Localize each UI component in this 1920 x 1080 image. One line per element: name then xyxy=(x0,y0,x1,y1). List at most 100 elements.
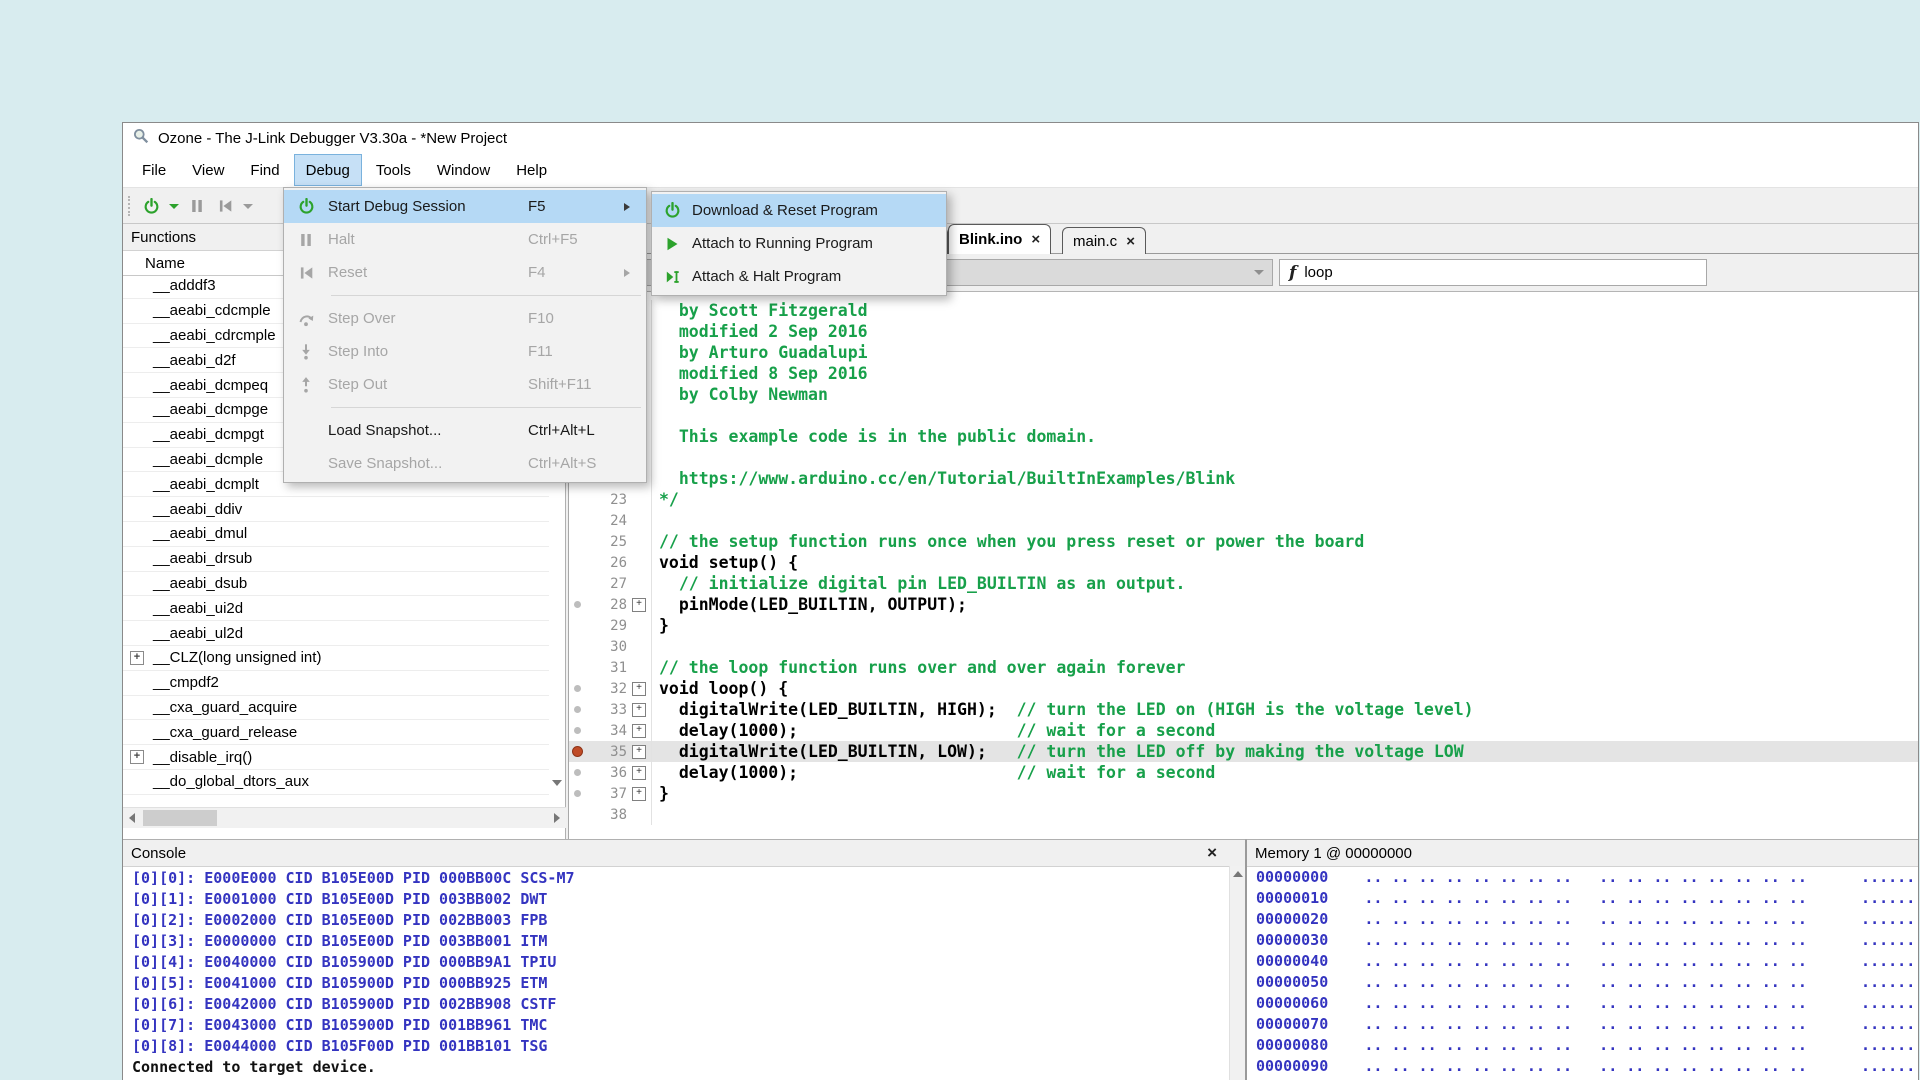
function-list-item[interactable]: __aeabi_dmul xyxy=(123,522,549,547)
code-line-18[interactable]: 18 by Colby Newman xyxy=(569,384,1918,405)
menu-debug[interactable]: Debug xyxy=(294,154,362,186)
code-line-25[interactable]: 25// the setup function runs once when y… xyxy=(569,531,1918,552)
code-line-35[interactable]: 35+ digitalWrite(LED_BUILTIN, LOW); // t… xyxy=(569,741,1918,762)
menu-view[interactable]: View xyxy=(180,154,236,186)
function-list-item[interactable]: __aeabi_ui2d xyxy=(123,596,549,621)
function-list-item[interactable]: __aeabi_dsub xyxy=(123,572,549,597)
close-icon[interactable]: × xyxy=(1207,843,1217,863)
fold-expander[interactable]: + xyxy=(632,741,652,762)
menu-item-load-snapshot[interactable]: Load Snapshot...Ctrl+Alt+L xyxy=(284,414,646,447)
menu-item-save-snapshot[interactable]: Save Snapshot...Ctrl+Alt+S xyxy=(284,447,646,480)
expand-plus-icon[interactable]: + xyxy=(632,787,646,801)
start-debug-button[interactable] xyxy=(137,192,165,220)
code-line-17[interactable]: 17 modified 8 Sep 2016 xyxy=(569,363,1918,384)
functions-horizontal-scrollbar[interactable] xyxy=(123,807,566,828)
menu-find[interactable]: Find xyxy=(238,154,291,186)
menu-item-halt[interactable]: HaltCtrl+F5 xyxy=(284,223,646,256)
menu-help[interactable]: Help xyxy=(504,154,559,186)
console-vertical-scrollbar[interactable] xyxy=(1229,866,1245,1080)
menu-item-step-over[interactable]: Step OverF10 xyxy=(284,302,646,335)
line-number[interactable]: 32 xyxy=(585,681,632,697)
menu-tools[interactable]: Tools xyxy=(364,154,423,186)
reset-dropdown chevron-down-icon[interactable] xyxy=(243,204,253,209)
line-number[interactable]: 36 xyxy=(585,765,632,781)
code-line-23[interactable]: 23*/ xyxy=(569,489,1918,510)
breakpoint-slot-icon[interactable] xyxy=(569,685,585,692)
line-number[interactable]: 24 xyxy=(585,513,632,529)
menu-item-step-out[interactable]: Step OutShift+F11 xyxy=(284,368,646,401)
code-line-29[interactable]: 29} xyxy=(569,615,1918,636)
line-number[interactable]: 27 xyxy=(585,576,632,592)
expand-plus-icon[interactable]: + xyxy=(632,682,646,696)
line-number[interactable]: 28 xyxy=(585,597,632,613)
fold-expander[interactable]: + xyxy=(632,594,652,615)
line-number[interactable]: 35 xyxy=(585,744,632,760)
start-debug-dropdown chevron-down-icon[interactable] xyxy=(169,204,179,209)
function-list-item[interactable]: __cxa_guard_acquire xyxy=(123,696,549,721)
line-number[interactable]: 33 xyxy=(585,702,632,718)
code-line-19[interactable]: 19 xyxy=(569,405,1918,426)
menu-item-attach-halt-program[interactable]: Attach & Halt Program xyxy=(652,260,946,293)
code-line-22[interactable]: 22 https://www.arduino.cc/en/Tutorial/Bu… xyxy=(569,468,1918,489)
fold-expander[interactable]: + xyxy=(632,783,652,804)
fold-expander[interactable]: + xyxy=(632,762,652,783)
code-line-21[interactable]: 21 xyxy=(569,447,1918,468)
code-editor[interactable]: 14 by Scott Fitzgerald15 modified 2 Sep … xyxy=(569,292,1918,839)
expand-plus-icon[interactable]: + xyxy=(632,745,646,759)
menu-item-reset[interactable]: ResetF4 xyxy=(284,256,646,289)
breakpoint-icon[interactable] xyxy=(569,746,585,757)
menu-file[interactable]: File xyxy=(130,154,178,186)
code-line-32[interactable]: 32+void loop() { xyxy=(569,678,1918,699)
expand-plus-icon[interactable]: + xyxy=(632,598,646,612)
memory-view[interactable]: 00000000 .. .. .. .. .. .. .. .. .. .. .… xyxy=(1247,866,1918,1080)
halt-button[interactable] xyxy=(183,192,211,220)
tab-blink-ino[interactable]: Blink.ino × xyxy=(948,224,1051,254)
line-number[interactable]: 38 xyxy=(585,807,632,823)
menu-window[interactable]: Window xyxy=(425,154,502,186)
menu-item-start-debug-session[interactable]: Start Debug SessionF5 xyxy=(284,190,646,223)
code-line-27[interactable]: 27 // initialize digital pin LED_BUILTIN… xyxy=(569,573,1918,594)
expand-plus-icon[interactable]: + xyxy=(130,651,144,665)
function-list-item[interactable]: __aeabi_drsub xyxy=(123,547,549,572)
function-list-item[interactable]: +__disable_irq() xyxy=(123,745,549,770)
fold-expander[interactable]: + xyxy=(632,678,652,699)
code-line-31[interactable]: 31// the loop function runs over and ove… xyxy=(569,657,1918,678)
menu-item-step-into[interactable]: Step IntoF11 xyxy=(284,335,646,368)
breakpoint-slot-icon[interactable] xyxy=(569,727,585,734)
code-line-16[interactable]: 16 by Arturo Guadalupi xyxy=(569,342,1918,363)
function-list-item[interactable]: __aeabi_ddiv xyxy=(123,497,549,522)
code-line-34[interactable]: 34+ delay(1000); // wait for a second xyxy=(569,720,1918,741)
line-number[interactable]: 26 xyxy=(585,555,632,571)
code-line-14[interactable]: 14 by Scott Fitzgerald xyxy=(569,300,1918,321)
tab-close-icon[interactable]: × xyxy=(1031,231,1040,248)
function-list-item[interactable]: +__CLZ(long unsigned int) xyxy=(123,646,549,671)
tab-main-c[interactable]: main.c × xyxy=(1062,227,1146,254)
line-number[interactable]: 37 xyxy=(585,786,632,802)
expand-plus-icon[interactable]: + xyxy=(130,750,144,764)
scroll-right-button[interactable] xyxy=(548,808,566,828)
function-list-item[interactable]: __cmpdf2 xyxy=(123,671,549,696)
line-number[interactable]: 29 xyxy=(585,618,632,634)
code-line-26[interactable]: 26void setup() { xyxy=(569,552,1918,573)
function-list-item[interactable]: __aeabi_ul2d xyxy=(123,621,549,646)
console-output[interactable]: [0][0]: E000E000 CID B105E00D PID 000BB0… xyxy=(123,866,1229,1080)
function-list-item[interactable]: __cxa_guard_release xyxy=(123,720,549,745)
code-line-36[interactable]: 36+ delay(1000); // wait for a second xyxy=(569,762,1918,783)
breakpoint-slot-icon[interactable] xyxy=(569,601,585,608)
code-line-38[interactable]: 38 xyxy=(569,804,1918,825)
code-line-30[interactable]: 30 xyxy=(569,636,1918,657)
functions-vertical-scroll-down[interactable] xyxy=(550,774,563,792)
expand-plus-icon[interactable]: + xyxy=(632,724,646,738)
menu-item-download-reset-program[interactable]: Download & Reset Program xyxy=(652,194,946,227)
toolbar-grip[interactable] xyxy=(128,196,130,216)
fold-expander[interactable]: + xyxy=(632,699,652,720)
reset-button[interactable] xyxy=(211,192,239,220)
code-line-33[interactable]: 33+ digitalWrite(LED_BUILTIN, HIGH); // … xyxy=(569,699,1918,720)
line-number[interactable]: 25 xyxy=(585,534,632,550)
function-combobox[interactable]: f loop xyxy=(1279,259,1707,286)
breakpoint-slot-icon[interactable] xyxy=(569,769,585,776)
breakpoint-slot-icon[interactable] xyxy=(569,790,585,797)
scrollbar-thumb[interactable] xyxy=(143,810,217,826)
function-list-item[interactable]: __do_global_dtors_aux xyxy=(123,770,549,795)
expand-plus-icon[interactable]: + xyxy=(632,703,646,717)
